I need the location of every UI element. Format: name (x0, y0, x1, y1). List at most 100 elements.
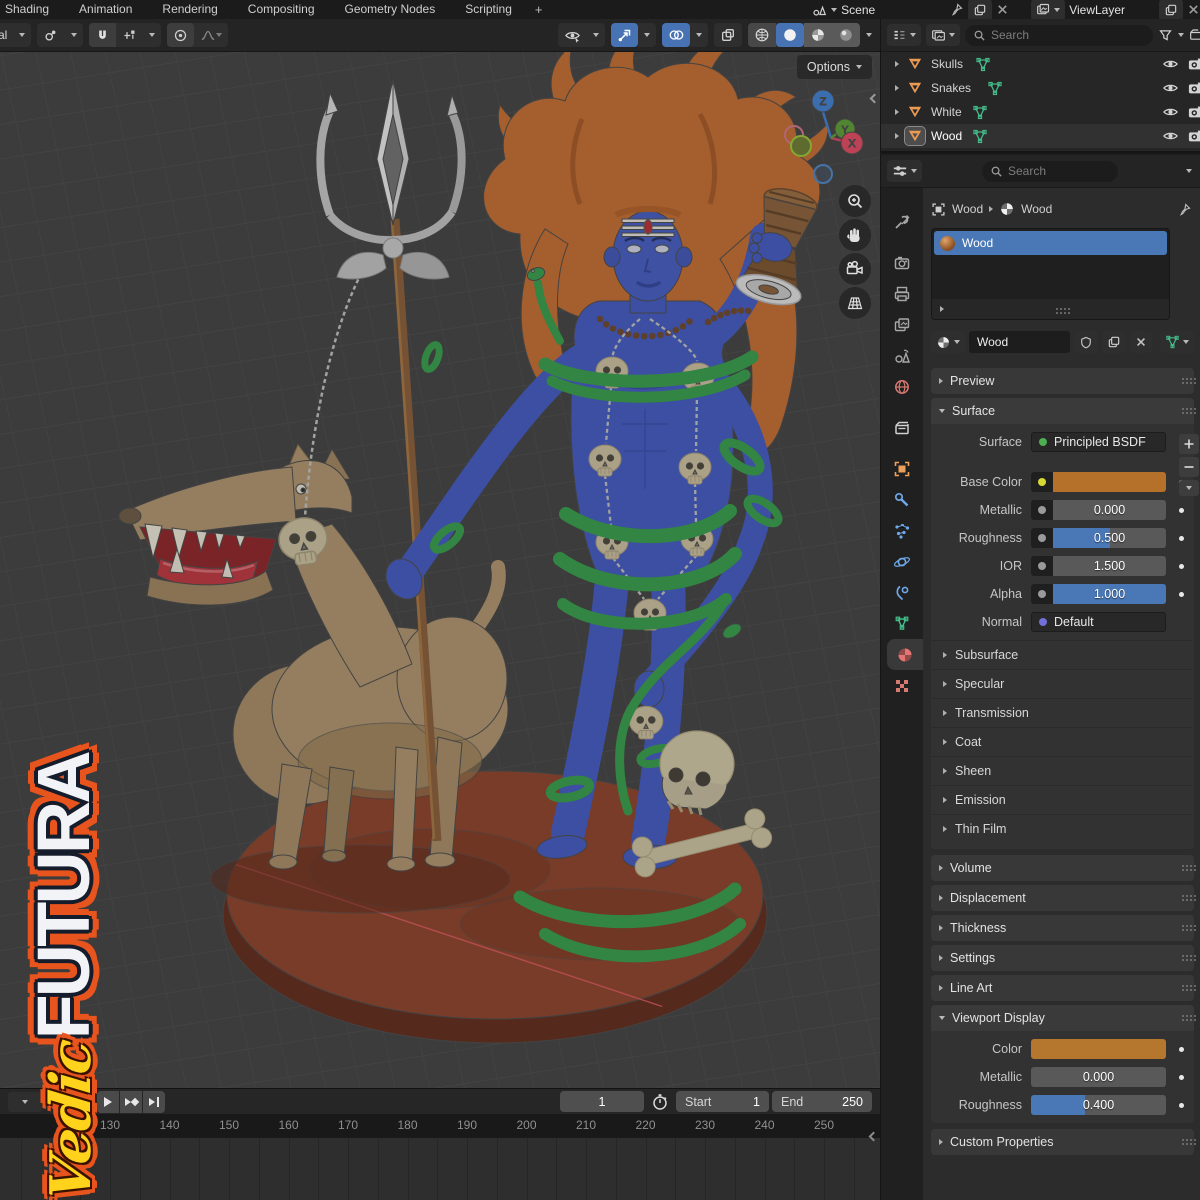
slot-specials-icon[interactable] (940, 306, 944, 312)
resize-grip-icon[interactable] (1056, 308, 1058, 310)
outliner-row-snakes[interactable]: Snakes (881, 76, 1200, 100)
subpanel-coat[interactable]: Coat (931, 727, 1192, 756)
expand-icon[interactable] (895, 85, 899, 91)
editor-type-dropdown[interactable] (887, 160, 922, 182)
pin-id-icon[interactable] (1177, 202, 1192, 217)
breadcrumb-object[interactable]: Wood (952, 202, 983, 216)
disable-render-icon[interactable] (1188, 81, 1200, 95)
alpha-slider[interactable]: 1.000 (1053, 584, 1166, 604)
end-frame-field[interactable]: End250 (772, 1091, 872, 1112)
link-mesh-data-dropdown[interactable] (1160, 331, 1194, 353)
tab-scripting[interactable]: Scripting (450, 0, 527, 19)
add-workspace-button[interactable]: + (527, 0, 551, 19)
new-scene-button[interactable] (968, 0, 992, 21)
panel-drag-icon[interactable] (1182, 985, 1184, 987)
panel-drag-icon[interactable] (1182, 378, 1184, 380)
panel-volume[interactable]: Volume (931, 855, 1194, 881)
shading-dropdown-icon[interactable] (866, 33, 872, 37)
tab-geometry-nodes[interactable]: Geometry Nodes (330, 0, 451, 19)
surface-shader-dropdown[interactable]: Principled BSDF (1031, 432, 1166, 452)
snap-toggle[interactable] (89, 23, 116, 47)
snap-target-icon[interactable] (116, 23, 143, 47)
panel-thickness[interactable]: Thickness (931, 915, 1194, 941)
orthographic-toggle-button[interactable] (839, 287, 871, 319)
panel-preview[interactable]: Preview (931, 368, 1194, 394)
outliner-row-skulls[interactable]: Skulls (881, 52, 1200, 76)
animate-icon[interactable] (1170, 508, 1192, 513)
tool-tab[interactable] (881, 206, 923, 237)
pin-scene-icon[interactable] (949, 2, 964, 17)
material-slot-wood[interactable]: Wood (934, 231, 1167, 255)
material-tab[interactable] (887, 639, 923, 670)
view-layer-tab[interactable] (881, 309, 923, 340)
disable-render-icon[interactable] (1188, 105, 1200, 119)
roughness-slider[interactable]: 0.500 (1053, 528, 1166, 548)
panel-drag-icon[interactable] (1182, 955, 1184, 957)
animate-icon[interactable] (1170, 536, 1192, 541)
disable-render-icon[interactable] (1188, 129, 1200, 143)
expand-icon[interactable] (895, 61, 899, 67)
outliner-search-input[interactable] (991, 28, 1081, 42)
remove-slot-button[interactable] (1179, 457, 1199, 477)
collection-tab[interactable] (881, 412, 923, 443)
filter-icon[interactable] (1158, 28, 1173, 42)
panel-drag-icon[interactable] (1182, 408, 1184, 410)
physics-tab[interactable] (881, 546, 923, 577)
shading-rendered-button[interactable] (832, 23, 860, 47)
object-name[interactable]: Wood (931, 129, 962, 143)
expand-icon[interactable] (895, 133, 899, 139)
3d-viewport[interactable]: Z Y X al (0, 19, 880, 1088)
scene-icon[interactable] (811, 2, 827, 18)
viewlayer-icon[interactable] (1031, 0, 1065, 21)
animate-icon[interactable] (1170, 1075, 1192, 1080)
texture-tab[interactable] (881, 670, 923, 701)
material-name-field[interactable]: Wood (969, 331, 1070, 353)
panel-custom-properties[interactable]: Custom Properties (931, 1129, 1194, 1155)
remove-viewlayer-icon[interactable] (1187, 3, 1200, 16)
outliner-row-wood[interactable]: Wood (881, 124, 1200, 148)
properties-search[interactable] (982, 161, 1118, 182)
subpanel-subsurface[interactable]: Subsurface (931, 640, 1192, 669)
gizmos-toggle[interactable] (611, 23, 638, 47)
shading-material-button[interactable] (804, 23, 832, 47)
start-frame-field[interactable]: Start1 (676, 1091, 769, 1112)
new-viewlayer-button[interactable] (1159, 0, 1183, 21)
pivot-dropdown[interactable] (37, 23, 83, 47)
next-keyframe-button[interactable] (120, 1091, 142, 1113)
viewport-color-swatch[interactable] (1031, 1039, 1166, 1059)
browse-material-dropdown[interactable] (931, 331, 965, 353)
base-color-socket[interactable] (1031, 472, 1053, 492)
orientation-dropdown[interactable]: al (0, 23, 31, 47)
add-slot-button[interactable] (1179, 434, 1199, 454)
properties-options-dropdown-icon[interactable] (1186, 169, 1192, 173)
properties-search-input[interactable] (1008, 164, 1086, 178)
object-name[interactable]: Skulls (931, 57, 963, 71)
viewport-roughness-slider[interactable]: 0.400 (1031, 1095, 1166, 1115)
tab-rendering[interactable]: Rendering (147, 0, 232, 19)
slot-specials-dropdown[interactable] (1179, 480, 1199, 496)
unlink-scene-icon[interactable] (996, 3, 1009, 16)
subpanel-transmission[interactable]: Transmission (931, 698, 1192, 727)
fake-user-button[interactable] (1074, 331, 1098, 353)
shading-wireframe-button[interactable] (748, 23, 776, 47)
subpanel-emission[interactable]: Emission (931, 785, 1192, 814)
subpanel-sheen[interactable]: Sheen (931, 756, 1192, 785)
viewport-metallic-slider[interactable]: 0.000 (1031, 1067, 1166, 1087)
object-name[interactable]: Snakes (931, 81, 971, 95)
panel-drag-icon[interactable] (1182, 1139, 1184, 1141)
outliner-search[interactable] (965, 25, 1153, 46)
tab-compositing[interactable]: Compositing (233, 0, 330, 19)
animate-icon[interactable] (1170, 1047, 1192, 1052)
panel-drag-icon[interactable] (1182, 925, 1184, 927)
zoom-button[interactable] (839, 185, 871, 217)
normal-dropdown[interactable]: Default (1031, 612, 1166, 632)
new-collection-icon[interactable] (1189, 28, 1200, 42)
visibility-dropdown[interactable] (558, 23, 605, 47)
duplicate-material-button[interactable] (1102, 331, 1126, 353)
stopwatch-icon[interactable] (651, 1093, 669, 1111)
modifiers-tab[interactable] (881, 484, 923, 515)
panel-line-art[interactable]: Line Art (931, 975, 1194, 1001)
snap-dropdown-icon[interactable] (143, 23, 161, 47)
overlays-dropdown-icon[interactable] (690, 23, 708, 47)
timeline-ruler[interactable]: 130140150160170180190200210220230240250 (0, 1114, 880, 1138)
